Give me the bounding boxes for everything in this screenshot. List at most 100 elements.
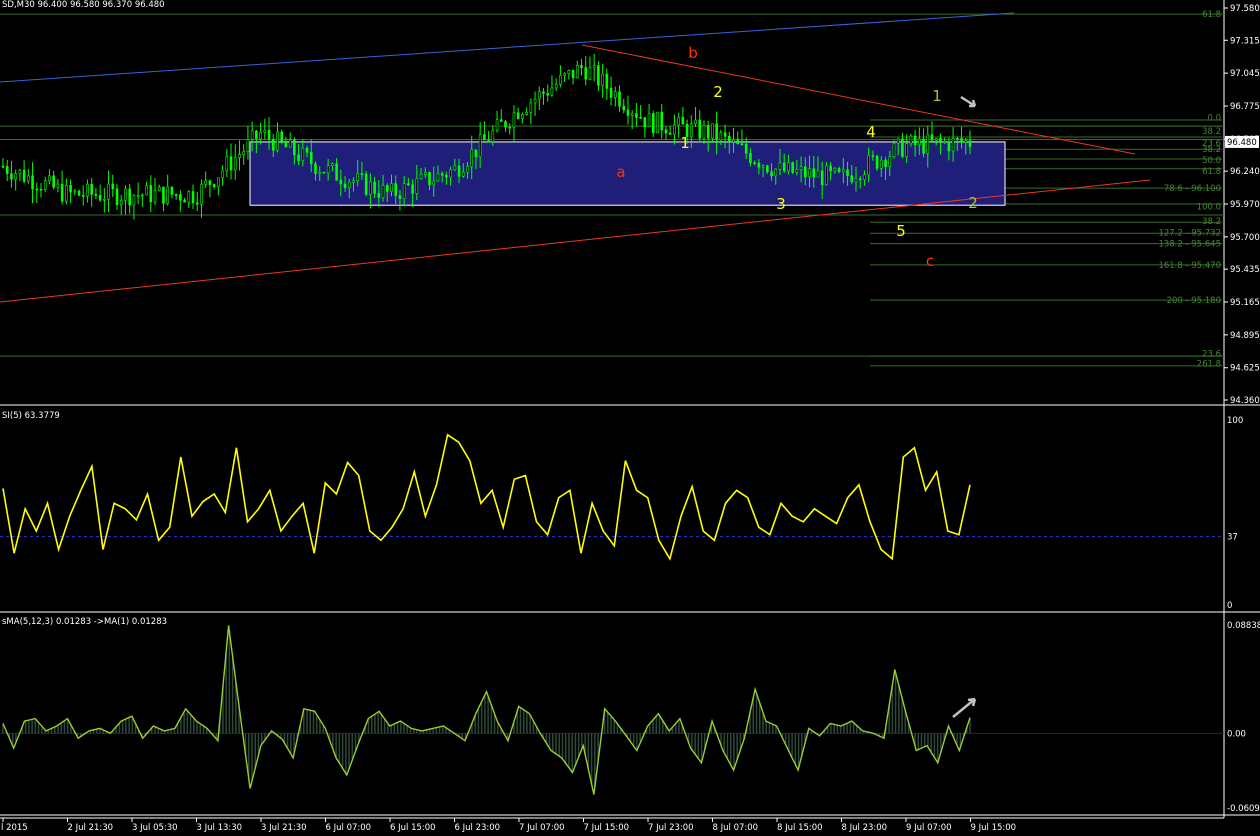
- trading-chart: 97.58097.31597.04596.77596.50596.24095.9…: [0, 0, 1260, 833]
- candle-body: [694, 119, 697, 125]
- candle-body: [250, 130, 254, 140]
- candle-body: [947, 141, 951, 152]
- candle-body: [643, 117, 647, 128]
- candle-body: [322, 171, 326, 174]
- candle-body: [681, 116, 685, 125]
- candle-body: [778, 162, 782, 170]
- candle-body: [90, 183, 93, 195]
- candle-body: [145, 185, 148, 196]
- candle-body: [246, 139, 250, 152]
- candle-body: [766, 165, 769, 173]
- candle-body: [39, 188, 43, 191]
- candle-body: [871, 155, 875, 157]
- main-price-panel: 97.58097.31597.04596.77596.50596.24095.9…: [0, 0, 1260, 819]
- candle-body: [77, 190, 81, 196]
- candle-body: [546, 93, 550, 96]
- candle-body: [461, 171, 465, 177]
- wave-label-yellow: 4: [866, 123, 876, 141]
- candle-body: [799, 166, 803, 170]
- wave-label-yellow: 3: [776, 195, 786, 213]
- time-axis: l 2015 2 Jul 21:30 3 Jul 05:30 3 Jul 13:30 3…: [1, 818, 1016, 833]
- candle-body: [157, 186, 161, 192]
- price-tick-label: 97.315: [1230, 36, 1260, 46]
- fib-level-label: 100.0: [1197, 202, 1221, 212]
- candle-body: [744, 143, 748, 154]
- candle-body: [896, 138, 900, 144]
- fib-level-label: 261.8: [1197, 359, 1221, 369]
- candle-body: [639, 117, 642, 119]
- candle-body: [706, 125, 710, 139]
- candle-body: [529, 102, 533, 113]
- candle-body: [588, 67, 592, 80]
- candle-body: [136, 194, 140, 197]
- candle-body: [542, 91, 545, 94]
- candle-body: [453, 165, 457, 171]
- candle-body: [863, 174, 866, 180]
- candle-body: [732, 139, 735, 143]
- candle-body: [909, 135, 913, 145]
- candle-body: [951, 137, 955, 152]
- price-tick-label: 94.360: [1230, 396, 1260, 406]
- candle-body: [335, 163, 338, 181]
- candle-body: [808, 168, 811, 178]
- osma-tick-label: -0.0609: [1227, 804, 1260, 814]
- candle-body: [690, 123, 693, 138]
- time-tick-label: 7 Jul 23:00: [648, 823, 694, 833]
- candle-body: [174, 194, 178, 196]
- candle-body: [567, 69, 571, 75]
- candle-body: [702, 125, 706, 139]
- candle-body: [22, 169, 26, 182]
- candle-body: [179, 194, 182, 201]
- time-tick-label: 9 Jul 15:00: [971, 823, 1017, 833]
- current-price-label: 96.480: [1227, 138, 1257, 148]
- rsi-tick-label: 0: [1227, 601, 1232, 611]
- time-tick-label: 6 Jul 07:00: [326, 823, 372, 833]
- candle-body: [280, 131, 283, 142]
- candle-body: [774, 168, 778, 177]
- candle-body: [238, 154, 241, 158]
- candle-body: [571, 69, 575, 79]
- candle-body: [166, 186, 169, 204]
- wave-label-yellow: 1: [680, 134, 690, 152]
- price-tick-label: 95.165: [1230, 298, 1260, 308]
- descending-trend-line: [581, 44, 1136, 155]
- candle-body: [613, 91, 617, 98]
- candle-body: [229, 156, 233, 171]
- candle-body: [276, 131, 279, 151]
- candle-body: [217, 177, 220, 187]
- osma-header-text: sMA(5,12,3) 0.01283 ->MA(1) 0.01283: [2, 617, 167, 627]
- candle-body: [605, 73, 609, 89]
- candle-body: [457, 165, 461, 177]
- candle-body: [208, 180, 212, 185]
- price-tick-label: 94.625: [1230, 364, 1260, 374]
- time-tick-label: 9 Jul 07:00: [906, 823, 952, 833]
- candle-body: [795, 169, 799, 173]
- candle-body: [660, 111, 664, 131]
- candle-body: [757, 162, 761, 168]
- candle-body: [559, 75, 562, 85]
- candle-body: [27, 175, 30, 182]
- candle-body: [837, 168, 841, 172]
- candle-body: [153, 190, 157, 203]
- osma-signal-line: [2, 625, 971, 795]
- candle-body: [5, 166, 9, 175]
- candle-body: [212, 184, 216, 187]
- candle-body: [664, 129, 668, 134]
- price-tick-label: 95.970: [1230, 200, 1260, 210]
- price-tick-label: 94.895: [1230, 331, 1260, 341]
- candle-body: [943, 141, 946, 144]
- wave-label-red: b: [688, 44, 698, 62]
- candle-body: [651, 113, 655, 134]
- fib-level-label: 23.6: [1202, 350, 1221, 360]
- candle-body: [875, 156, 879, 169]
- candle-body: [440, 173, 444, 176]
- candle-body: [533, 98, 537, 104]
- candle-body: [263, 129, 267, 133]
- candle-body: [360, 173, 364, 175]
- candle-body: [854, 178, 858, 183]
- candle-body: [723, 132, 727, 137]
- candle-body: [537, 91, 541, 100]
- candle-body: [656, 111, 659, 134]
- candle-body: [297, 154, 300, 161]
- candle-body: [820, 170, 824, 186]
